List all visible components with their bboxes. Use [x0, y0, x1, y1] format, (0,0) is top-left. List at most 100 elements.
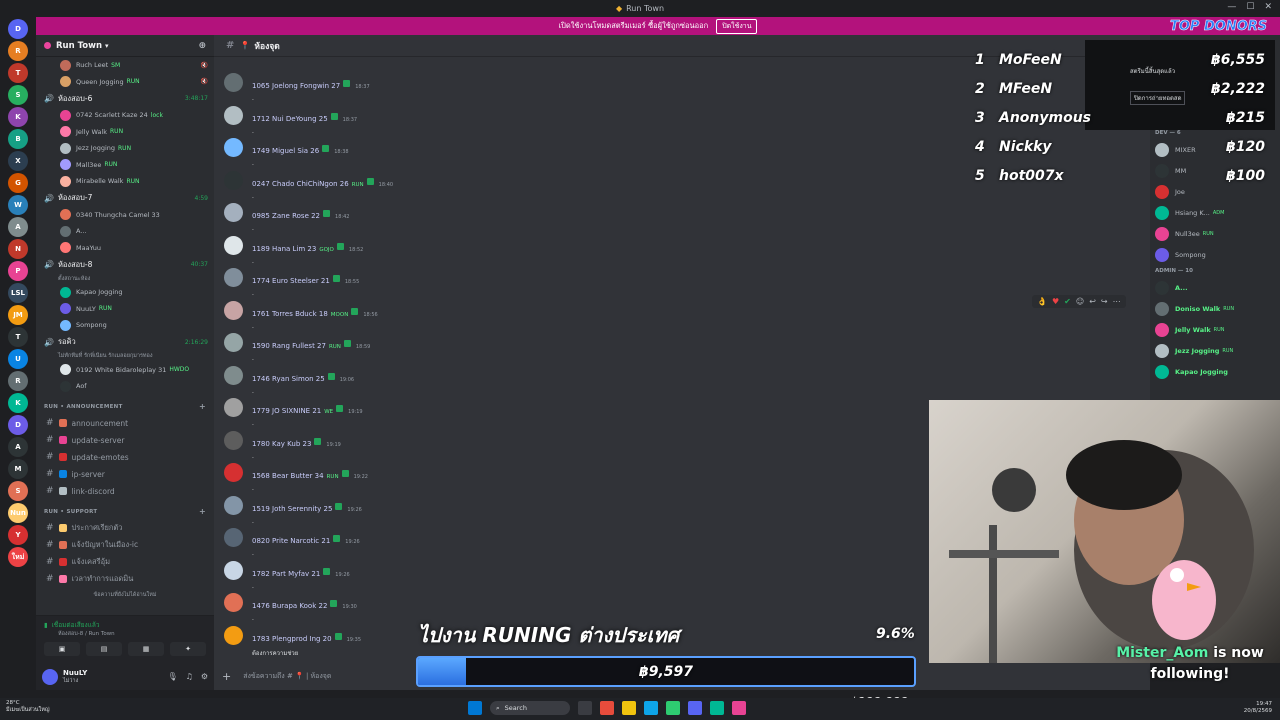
avatar[interactable]: [224, 170, 243, 190]
voice-user[interactable]: Aof: [36, 378, 214, 395]
avatar[interactable]: [224, 593, 243, 612]
member-item[interactable]: Jelly Walk RUN: [1150, 319, 1280, 340]
member-item[interactable]: Sompong: [1150, 244, 1280, 265]
taskbar-app-icon[interactable]: [578, 701, 592, 715]
server-icon[interactable]: A: [8, 437, 28, 457]
close-button[interactable]: ✕: [1264, 2, 1272, 12]
voice-channel[interactable]: 🔊 ห้องสอบ-8 40:37: [36, 256, 214, 273]
voice-user[interactable]: NuuLY RUN: [36, 301, 214, 318]
server-icon[interactable]: M: [8, 459, 28, 479]
minimize-button[interactable]: —: [1227, 2, 1236, 12]
server-icon[interactable]: B: [8, 129, 28, 149]
voice-channel[interactable]: 🔊 รอคิว 2:16:29: [36, 334, 214, 351]
voice-user[interactable]: 0742 Scarlett Kaze 24 lock: [36, 107, 214, 124]
server-icon[interactable]: T: [8, 63, 28, 83]
maximize-button[interactable]: ☐: [1246, 2, 1254, 12]
voice-user[interactable]: Ruch Leet SM 🔇: [36, 57, 214, 74]
server-icon[interactable]: X: [8, 151, 28, 171]
member-item[interactable]: Hsiang K... ADM: [1150, 202, 1280, 223]
message-author[interactable]: 1783 Plengprod Ing 20: [252, 635, 332, 643]
avatar[interactable]: [224, 398, 243, 417]
text-channel[interactable]: # แจ้งเคสรีอุ้ม: [36, 554, 214, 571]
text-channel[interactable]: # update-server: [36, 432, 214, 449]
message-author[interactable]: 1568 Bear Butter 34: [252, 472, 324, 480]
reaction-check-icon[interactable]: ✔: [1064, 297, 1071, 306]
microphone-icon[interactable]: 🎙: [168, 672, 178, 681]
member-item[interactable]: Kapao Jogging: [1150, 361, 1280, 382]
voice-user[interactable]: Kapao Jogging: [36, 284, 214, 301]
message-author[interactable]: 1779 JO SIXNINE 21: [252, 407, 321, 415]
text-channel[interactable]: # link-discord: [36, 483, 214, 500]
taskbar-app-icon[interactable]: [732, 701, 746, 715]
avatar[interactable]: [224, 300, 243, 320]
server-icon[interactable]: K: [8, 393, 28, 413]
avatar[interactable]: [224, 528, 243, 547]
server-icon[interactable]: LSL: [8, 283, 28, 303]
voice-user[interactable]: MaaYuu: [36, 240, 214, 257]
text-channel[interactable]: # ip-server: [36, 466, 214, 483]
add-member-icon[interactable]: ⊕: [198, 41, 206, 51]
message-author[interactable]: 1519 Joth Serennity 25: [252, 505, 332, 513]
voice-user[interactable]: Mirabelle Walk RUN: [36, 173, 214, 190]
unread-messages-pill[interactable]: ข้อความที่ยังไม่ได้อ่านใหม่: [36, 590, 214, 601]
taskbar-app-icon[interactable]: [666, 701, 680, 715]
avatar[interactable]: [224, 138, 243, 157]
avatar[interactable]: [224, 235, 243, 255]
message-author[interactable]: 1749 Miguel Sia 26: [252, 147, 319, 155]
soundboard-button[interactable]: ✦: [170, 642, 206, 656]
add-channel-icon[interactable]: +: [199, 402, 214, 411]
voice-user[interactable]: 0340 Thungcha Camel 33: [36, 207, 214, 224]
server-icon[interactable]: D: [8, 19, 28, 39]
avatar[interactable]: [224, 333, 243, 352]
taskbar-app-icon[interactable]: [688, 701, 702, 715]
taskbar-app-icon[interactable]: [468, 701, 482, 715]
message-author[interactable]: 1590 Rang Fullest 27: [252, 342, 326, 350]
taskbar-app-icon[interactable]: [644, 701, 658, 715]
avatar[interactable]: [224, 73, 243, 92]
avatar[interactable]: [224, 365, 243, 385]
taskbar-search[interactable]: ⌕ Search: [490, 701, 570, 715]
message-composer[interactable]: + ส่งข้อความถึง # 📍 | ห้องจุด: [222, 665, 412, 687]
voice-user[interactable]: A...: [36, 223, 214, 240]
more-icon[interactable]: ⋯: [1113, 297, 1121, 306]
voice-user[interactable]: Mall3ee RUN: [36, 157, 214, 174]
message-author[interactable]: 0247 Chado ChiChiNgon 26: [252, 180, 349, 188]
message-author[interactable]: 1746 Ryan Simon 25: [252, 375, 325, 383]
server-icon[interactable]: U: [8, 349, 28, 369]
message-author[interactable]: 1476 Burapa Kook 22: [252, 602, 327, 610]
message-author[interactable]: 0985 Zane Rose 22: [252, 212, 320, 220]
server-icon[interactable]: Nun: [8, 503, 28, 523]
server-icon[interactable]: Y: [8, 525, 28, 545]
screen-share-button[interactable]: ▤: [86, 642, 122, 656]
avatar[interactable]: [224, 105, 243, 125]
channel-category[interactable]: RUN • SUPPORT +: [36, 504, 214, 520]
weather-widget[interactable]: 28°C มีเมฆเป็นส่วนใหญ่: [6, 700, 50, 714]
camera-button[interactable]: ▣: [44, 642, 80, 656]
voice-channel[interactable]: 🔊 ห้องสอบ-6 3:48:17: [36, 90, 214, 107]
reaction-ok-icon[interactable]: 👌: [1037, 297, 1047, 306]
activity-button[interactable]: ▦: [128, 642, 164, 656]
voice-channel[interactable]: 🔊 ห้องสอบ-7 4:59: [36, 190, 214, 207]
server-icon[interactable]: W: [8, 195, 28, 215]
channel-category[interactable]: RUN • ANNOUNCEMENT +: [36, 399, 214, 415]
text-channel[interactable]: # แจ้งปัญหาในเมือง-ic: [36, 537, 214, 554]
member-item[interactable]: Null3ee RUN: [1150, 223, 1280, 244]
disable-streamer-mode-button[interactable]: ปิดใช้งาน: [716, 18, 758, 34]
voice-user[interactable]: Jelly Walk RUN: [36, 124, 214, 141]
forward-icon[interactable]: ↪: [1101, 297, 1108, 306]
member-item[interactable]: A...: [1150, 277, 1280, 298]
avatar[interactable]: [224, 268, 243, 287]
message-author[interactable]: 1774 Euro Steelser 21: [252, 277, 330, 285]
server-icon[interactable]: A: [8, 217, 28, 237]
message-author[interactable]: 0820 Prite Narcotic 21: [252, 537, 330, 545]
voice-user[interactable]: 0192 White Bidaroleplay 31 HWDO: [36, 362, 214, 379]
system-tray-clock[interactable]: 19:47 20/8/2569: [1244, 701, 1272, 715]
server-icon[interactable]: ใหม่: [8, 547, 28, 567]
avatar[interactable]: [224, 463, 243, 482]
message-author[interactable]: 1761 Torres Bduck 18: [252, 310, 328, 318]
avatar[interactable]: [224, 203, 243, 222]
avatar[interactable]: [224, 625, 243, 645]
guild-header[interactable]: Run Town ▾ ⊕: [36, 35, 214, 57]
reply-icon[interactable]: ↩: [1089, 297, 1096, 306]
member-item[interactable]: Jezz Jogging RUN: [1150, 340, 1280, 361]
